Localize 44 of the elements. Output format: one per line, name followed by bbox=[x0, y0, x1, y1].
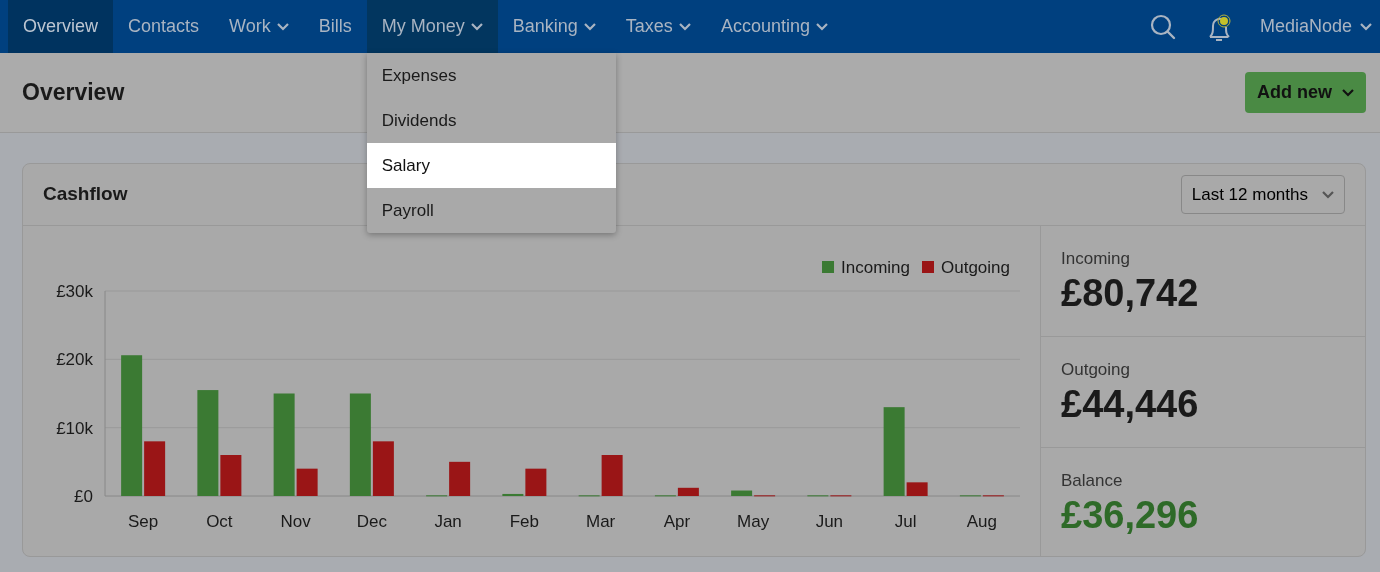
nav-tab[interactable]: Overview bbox=[8, 0, 113, 53]
axis-label: Dec bbox=[356, 512, 387, 531]
axis-label: £20k bbox=[56, 350, 93, 370]
legend-label: Outgoing bbox=[941, 258, 1010, 277]
axis-label: £0 bbox=[74, 487, 93, 506]
stat-label: Outgoing bbox=[1061, 359, 1131, 381]
axis-label: Aug bbox=[966, 512, 997, 531]
menu-item[interactable]: Payroll bbox=[366, 188, 616, 233]
nav-tab[interactable]: Contacts bbox=[113, 0, 215, 53]
axis-label: £10k bbox=[56, 418, 93, 438]
stat-label: Balance bbox=[1061, 470, 1124, 492]
card-title: Cashflow bbox=[43, 182, 128, 207]
chevron-icon bbox=[1342, 88, 1354, 97]
legend-label: Incoming bbox=[841, 258, 910, 277]
menu-item[interactable]: Dividends bbox=[366, 98, 616, 143]
stat-label: Incoming bbox=[1061, 248, 1131, 270]
chevron-icon bbox=[1322, 190, 1334, 199]
axis-label: Jul bbox=[894, 512, 917, 531]
axis-label: £30k bbox=[56, 282, 93, 301]
axis-label: Jun bbox=[815, 512, 844, 531]
stat-value: £36,296 bbox=[1061, 495, 1200, 534]
menu-item[interactable]: Salary bbox=[366, 143, 616, 188]
page-title: Overview bbox=[22, 78, 125, 107]
nav-tab[interactable]: Banking bbox=[497, 0, 611, 53]
axis-label: Apr bbox=[663, 512, 691, 531]
axis-label: May bbox=[737, 512, 770, 531]
nav-tab[interactable]: My Money bbox=[366, 0, 498, 53]
chevron-icon bbox=[1360, 22, 1372, 31]
stat-value: £44,446 bbox=[1061, 384, 1200, 423]
nav-tab[interactable]: Taxes bbox=[610, 0, 706, 53]
nav-tab[interactable]: Bills bbox=[303, 0, 367, 53]
period-select[interactable]: Last 12 months bbox=[1180, 174, 1345, 215]
nav-tab[interactable]: Work bbox=[214, 0, 304, 53]
axis-label: Nov bbox=[280, 512, 311, 531]
axis-label: Mar bbox=[586, 512, 616, 531]
add-new-button[interactable]: Add new bbox=[1245, 72, 1366, 113]
stat-value: £80,742 bbox=[1061, 273, 1200, 312]
axis-label: Sep bbox=[128, 512, 159, 531]
user-menu[interactable]: MediaNode bbox=[1259, 13, 1372, 40]
axis-label: Oct bbox=[206, 512, 233, 531]
axis-label: Feb bbox=[509, 512, 539, 531]
menu-item[interactable]: Expenses bbox=[366, 53, 616, 98]
axis-label: Jan bbox=[434, 512, 462, 531]
nav-tab[interactable]: Accounting bbox=[705, 0, 843, 53]
